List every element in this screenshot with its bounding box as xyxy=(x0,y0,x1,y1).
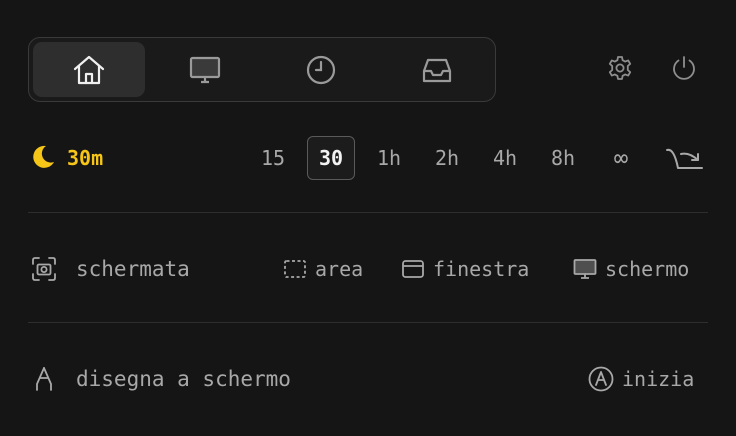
draw-start-button[interactable]: inizia xyxy=(588,365,694,393)
duration-option-2h[interactable]: 2h xyxy=(423,136,471,180)
moon-icon xyxy=(33,145,54,168)
sleep-duration-value: 30m xyxy=(67,146,104,170)
duration-option-30[interactable]: 30 xyxy=(307,136,355,180)
gear-icon xyxy=(608,56,632,80)
settings-button[interactable] xyxy=(605,53,635,83)
tab-history[interactable] xyxy=(265,42,377,97)
sleep-now-icon[interactable] xyxy=(664,142,706,174)
home-icon xyxy=(73,55,105,84)
duration-option-1h[interactable]: 1h xyxy=(365,136,413,180)
tab-display[interactable] xyxy=(149,42,261,97)
camera-icon xyxy=(32,257,56,281)
duration-option-4h[interactable]: 4h xyxy=(481,136,529,180)
window-label: finestra xyxy=(433,257,530,281)
tab-inbox[interactable] xyxy=(381,42,493,97)
divider xyxy=(28,322,708,323)
power-button[interactable] xyxy=(669,53,699,83)
screenshot-label: schermata xyxy=(76,257,190,281)
duration-option-infinite[interactable]: ∞ xyxy=(597,136,645,180)
screenshot-area-button[interactable]: area xyxy=(283,256,363,282)
tab-bar xyxy=(28,37,496,102)
power-icon xyxy=(673,56,695,80)
draw-label: disegna a schermo xyxy=(76,367,291,391)
window-icon xyxy=(402,260,424,278)
pen-circle-icon xyxy=(588,366,614,392)
duration-option-8h[interactable]: 8h xyxy=(539,136,587,180)
control-panel: 30m 15 30 1h 2h 4h 8h ∞ schermata area f… xyxy=(0,0,736,436)
clock-icon xyxy=(306,55,336,84)
area-select-icon xyxy=(284,260,306,278)
area-label: area xyxy=(315,257,364,281)
inbox-icon xyxy=(422,58,452,82)
screenshot-window-button[interactable]: finestra xyxy=(401,256,529,282)
tab-home[interactable] xyxy=(33,42,145,97)
divider xyxy=(28,212,708,213)
screen-label: schermo xyxy=(605,257,690,281)
start-label: inizia xyxy=(622,367,695,391)
monitor-icon xyxy=(573,259,597,279)
pen-nib-icon xyxy=(36,367,52,391)
monitor-icon xyxy=(189,56,221,83)
duration-option-15[interactable]: 15 xyxy=(249,136,297,180)
screenshot-screen-button[interactable]: schermo xyxy=(573,256,689,282)
